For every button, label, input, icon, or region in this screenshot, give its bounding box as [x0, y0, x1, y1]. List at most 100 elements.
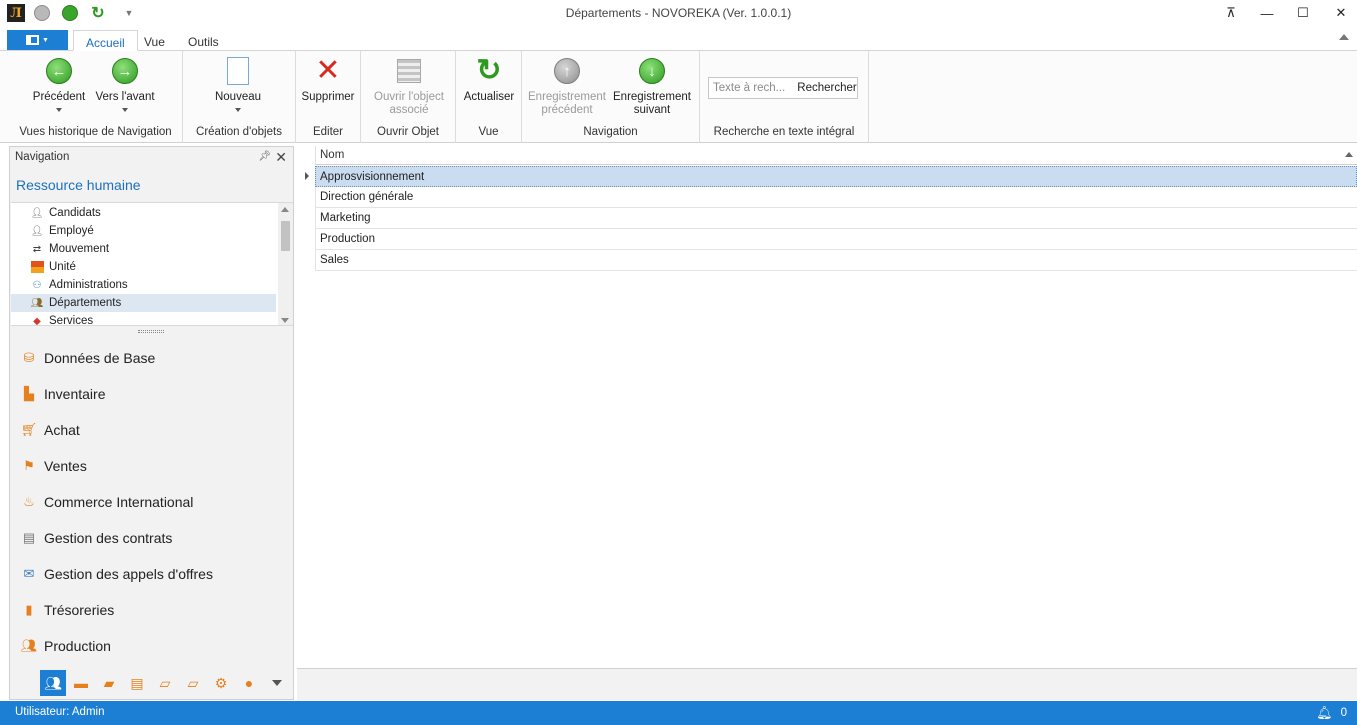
- nav-group-achat[interactable]: 🛒︎ Achat: [10, 412, 293, 448]
- nav-item-mouvement[interactable]: ⇄ Mouvement: [11, 240, 276, 258]
- group-history: ← Précédent → Vers l'avant Vues historiq…: [9, 51, 183, 143]
- row-indicator-icon: [305, 172, 309, 180]
- nav-group-label: Inventaire: [44, 386, 106, 402]
- tab-vue[interactable]: Vue: [132, 30, 177, 51]
- table-row[interactable]: Approsvisionnement: [315, 166, 1357, 187]
- gear-icon[interactable]: ⚙: [208, 670, 234, 696]
- group-create: Nouveau Création d'objets: [183, 51, 296, 143]
- user-circle-icon[interactable]: ●: [236, 670, 262, 696]
- forward-button[interactable]: → Vers l'avant: [89, 57, 161, 112]
- tab-accueil[interactable]: Accueil: [73, 30, 138, 51]
- notifications[interactable]: 🔔︎ 0: [1316, 705, 1347, 721]
- previous-record-label-1: Enregistrement: [528, 91, 606, 103]
- collapse-ribbon-icon[interactable]: [1339, 34, 1349, 40]
- nav-group-tresoreries[interactable]: ▮ Trésoreries: [10, 592, 293, 628]
- ribbon-tabs: ▼ Accueil Vue Outils: [0, 27, 1357, 51]
- tab-outils[interactable]: Outils: [176, 30, 231, 51]
- nav-group-donnees-de-base[interactable]: ⛁ Données de Base: [10, 340, 293, 376]
- nav-item-departements[interactable]: 👥︎ Départements: [11, 294, 276, 312]
- open-associated-object-button[interactable]: Ouvrir l'object associé: [369, 57, 449, 117]
- department-icon: 👥︎: [30, 297, 44, 309]
- delete-label: Supprimer: [301, 91, 355, 103]
- close-icon[interactable]: ✕: [275, 149, 287, 166]
- nav-group-gestion-des-contrats[interactable]: ▤ Gestion des contrats: [10, 520, 293, 556]
- new-button[interactable]: Nouveau: [201, 57, 275, 112]
- nav-item-employe[interactable]: 👤︎ Employé: [11, 222, 276, 240]
- delete-button[interactable]: ✕ Supprimer: [300, 56, 356, 104]
- folder-icon[interactable]: ▱: [152, 670, 178, 696]
- search-input[interactable]: [709, 78, 795, 98]
- nav-group-production[interactable]: 👥︎ Production: [10, 628, 293, 664]
- chevron-down-icon: [56, 108, 62, 112]
- next-record-button[interactable]: ↓ Enregistrement suivant: [612, 57, 692, 117]
- nav-item-administrations[interactable]: ⚇ Administrations: [11, 276, 276, 294]
- refresh-button[interactable]: ↻ Actualiser: [460, 56, 518, 104]
- group-label-search: Recherche en texte intégral: [713, 126, 855, 138]
- nav-group-commerce-international[interactable]: ♨ Commerce International: [10, 484, 293, 520]
- nav-list-scrollbar[interactable]: [278, 203, 293, 325]
- notification-count: 0: [1340, 707, 1347, 719]
- nav-group-ventes[interactable]: ⚑ Ventes: [10, 448, 293, 484]
- forklift-icon: ▙: [24, 386, 34, 401]
- menu-icon: [26, 35, 40, 45]
- nav-group-title[interactable]: Ressource humaine: [16, 177, 141, 193]
- bell-icon: 🔔︎: [1316, 705, 1333, 720]
- table-row[interactable]: Marketing: [315, 208, 1357, 229]
- human-resources-icon[interactable]: 👥︎: [40, 670, 66, 696]
- nav-item-label: Services: [49, 315, 94, 326]
- folder-open-icon[interactable]: ▱: [180, 670, 206, 696]
- search-button[interactable]: Rechercher: [796, 78, 858, 98]
- nav-group-label: Production: [44, 638, 111, 654]
- next-record-label-2: suivant: [633, 104, 671, 116]
- group-label-open: Ouvrir Objet: [377, 126, 439, 138]
- ribbon-display-options-button[interactable]: ⊼: [1216, 3, 1246, 23]
- column-header-nom[interactable]: Nom: [315, 146, 1357, 165]
- nav-group-label: Données de Base: [44, 350, 156, 366]
- close-button[interactable]: ✕: [1326, 3, 1356, 23]
- nav-item-services[interactable]: ◆ Services: [11, 312, 276, 326]
- nav-group-label: Gestion des contrats: [44, 530, 173, 546]
- pin-icon[interactable]: 📌︎: [258, 151, 271, 162]
- table-row[interactable]: Production: [315, 229, 1357, 250]
- minimize-button[interactable]: —: [1252, 3, 1282, 23]
- nav-item-label: Employé: [49, 225, 94, 237]
- scroll-thumb[interactable]: [281, 221, 290, 251]
- previous-label: Précédent: [32, 91, 86, 103]
- arrow-right-icon: →: [112, 58, 138, 84]
- scroll-down-icon[interactable]: [281, 318, 289, 323]
- sort-ascending-icon: [1345, 152, 1353, 157]
- vehicle-icon[interactable]: ▬: [68, 670, 94, 696]
- chevron-down-icon[interactable]: [272, 680, 282, 686]
- nav-group-label: Gestion des appels d'offres: [44, 566, 213, 582]
- refresh-label: Actualiser: [463, 91, 515, 103]
- nav-item-label: Unité: [49, 261, 76, 273]
- nav-group-label: Achat: [44, 422, 80, 438]
- nav-item-candidats[interactable]: 👤︎ Candidats: [11, 204, 276, 222]
- nav-group-label: Commerce International: [44, 494, 194, 510]
- new-document-icon: [227, 57, 249, 85]
- status-bar: Utilisateur: Admin 🔔︎ 0: [0, 701, 1357, 725]
- nav-item-unite[interactable]: Unité: [11, 258, 276, 276]
- sales-icon: ⚑: [23, 458, 35, 473]
- maximize-button[interactable]: ☐: [1288, 3, 1318, 23]
- truck-icon[interactable]: ▰: [96, 670, 122, 696]
- chevron-down-icon: [122, 108, 128, 112]
- arrow-up-icon: ↑: [554, 58, 580, 84]
- nav-group-inventaire[interactable]: ▙ Inventaire: [10, 376, 293, 412]
- splitter-grip[interactable]: [138, 330, 164, 333]
- previous-button[interactable]: ← Précédent: [23, 57, 95, 112]
- previous-record-button[interactable]: ↑ Enregistrement précédent: [527, 57, 607, 117]
- scroll-up-icon[interactable]: [281, 207, 289, 212]
- table-row[interactable]: Sales: [315, 250, 1357, 271]
- file-menu-button[interactable]: ▼: [7, 30, 68, 50]
- group-open-object: Ouvrir l'object associé Ouvrir Objet: [361, 51, 456, 143]
- nav-item-label: Administrations: [49, 279, 128, 291]
- current-user: Utilisateur: Admin: [15, 706, 105, 718]
- ribbon: ← Précédent → Vers l'avant Vues historiq…: [0, 51, 1357, 143]
- report-icon[interactable]: ▤: [124, 670, 150, 696]
- nav-group-label: Trésoreries: [44, 602, 115, 618]
- table-row[interactable]: Direction générale: [315, 187, 1357, 208]
- nav-group-gestion-des-appels-doffres[interactable]: ✉ Gestion des appels d'offres: [10, 556, 293, 592]
- column-header-label: Nom: [320, 149, 345, 161]
- services-icon: ◆: [33, 315, 41, 326]
